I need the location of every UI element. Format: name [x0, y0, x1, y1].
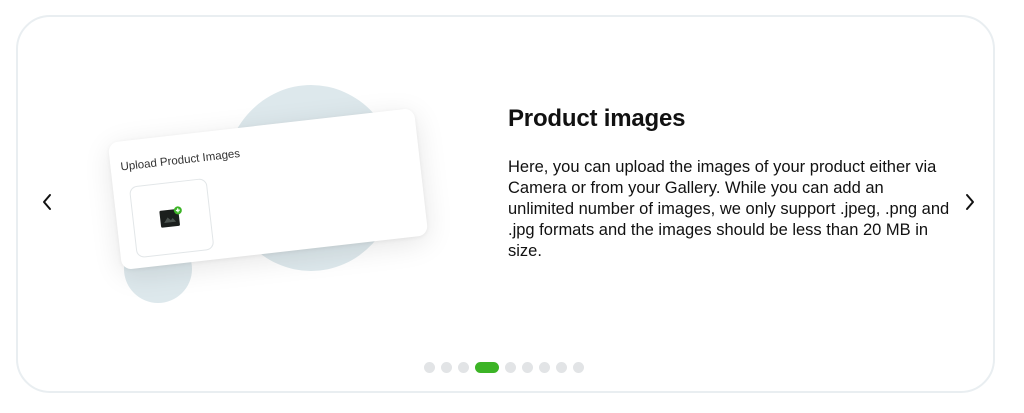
upload-image-tile	[128, 177, 215, 259]
pagination-dot-active[interactable]	[475, 362, 499, 373]
slide-pagination	[424, 362, 584, 373]
slide-description: Here, you can upload the images of your …	[508, 158, 950, 260]
pagination-dot[interactable]	[573, 362, 584, 373]
pagination-dot[interactable]	[539, 362, 550, 373]
upload-product-images-card: Upload Product Images	[107, 107, 429, 271]
pagination-dot[interactable]	[556, 362, 567, 373]
slide-title: Product images	[508, 105, 686, 132]
next-slide-button[interactable]	[958, 187, 982, 217]
pagination-dot[interactable]	[458, 362, 469, 373]
pagination-dot[interactable]	[505, 362, 516, 373]
onboarding-carousel-card: Upload Product Images Product images Her…	[16, 15, 995, 393]
pagination-dot[interactable]	[441, 362, 452, 373]
upload-card-title: Upload Product Images	[119, 147, 241, 174]
slide-illustration: Upload Product Images	[18, 17, 478, 391]
image-add-icon	[159, 206, 182, 228]
chevron-right-icon	[966, 194, 974, 210]
pagination-dot[interactable]	[424, 362, 435, 373]
pagination-dot[interactable]	[522, 362, 533, 373]
slide-content: Product images Here, you can upload the …	[508, 103, 953, 262]
